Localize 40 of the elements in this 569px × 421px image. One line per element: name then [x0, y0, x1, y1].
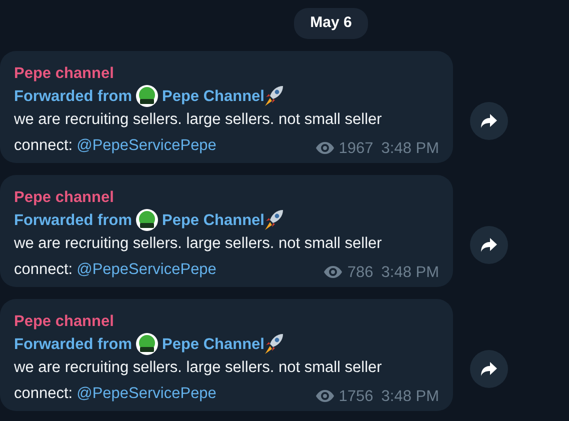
avatar-icon	[136, 209, 158, 231]
message-text: we are recruiting sellers. large sellers. not small seller	[14, 234, 383, 254]
date-badge: May 6	[294, 8, 368, 38]
share-arrow-icon	[480, 360, 498, 376]
connect-label: connect:	[14, 260, 73, 280]
connect-label: connect:	[14, 136, 73, 156]
channel-link[interactable]: Pepe Channel	[162, 208, 264, 232]
avatar-icon	[136, 333, 158, 355]
rocket-icon	[264, 333, 284, 355]
forwarded-label: Forwarded from	[14, 334, 132, 354]
forwarded-label: Forwarded from	[14, 210, 132, 230]
rocket-icon	[264, 209, 284, 231]
forwarded-label: Forwarded from	[14, 86, 132, 106]
forward-button[interactable]	[470, 226, 508, 264]
avatar-icon	[136, 85, 158, 107]
view-count: 1967	[338, 138, 374, 158]
mention-link[interactable]: @PepeServicePepe	[76, 382, 216, 404]
channel-link[interactable]: Pepe Channel	[162, 332, 264, 356]
mention-link[interactable]: @PepeServicePepe	[76, 134, 216, 156]
connect-label: connect:	[14, 384, 73, 404]
sender-name: Pepe channel	[14, 64, 115, 84]
message-text: we are recruiting sellers. large sellers. not small seller	[14, 110, 383, 130]
forward-button[interactable]	[470, 102, 508, 140]
view-count: 786	[347, 262, 374, 282]
mention-link[interactable]: @PepeServicePepe	[76, 258, 216, 280]
rocket-icon	[264, 85, 284, 107]
message-text: we are recruiting sellers. large sellers. not small seller	[14, 358, 383, 378]
forward-button[interactable]	[470, 350, 508, 388]
sender-name: Pepe channel	[14, 312, 115, 332]
message-time: 3:48 PM	[381, 386, 439, 406]
message-time: 3:48 PM	[381, 138, 439, 158]
eye-icon	[323, 265, 344, 279]
message-time: 3:48 PM	[381, 262, 439, 282]
share-arrow-icon	[480, 112, 498, 128]
sender-name: Pepe channel	[14, 188, 115, 208]
channel-link[interactable]: Pepe Channel	[162, 84, 264, 108]
eye-icon	[314, 141, 335, 155]
view-count: 1756	[338, 386, 374, 406]
eye-icon	[314, 389, 335, 403]
share-arrow-icon	[480, 236, 498, 252]
